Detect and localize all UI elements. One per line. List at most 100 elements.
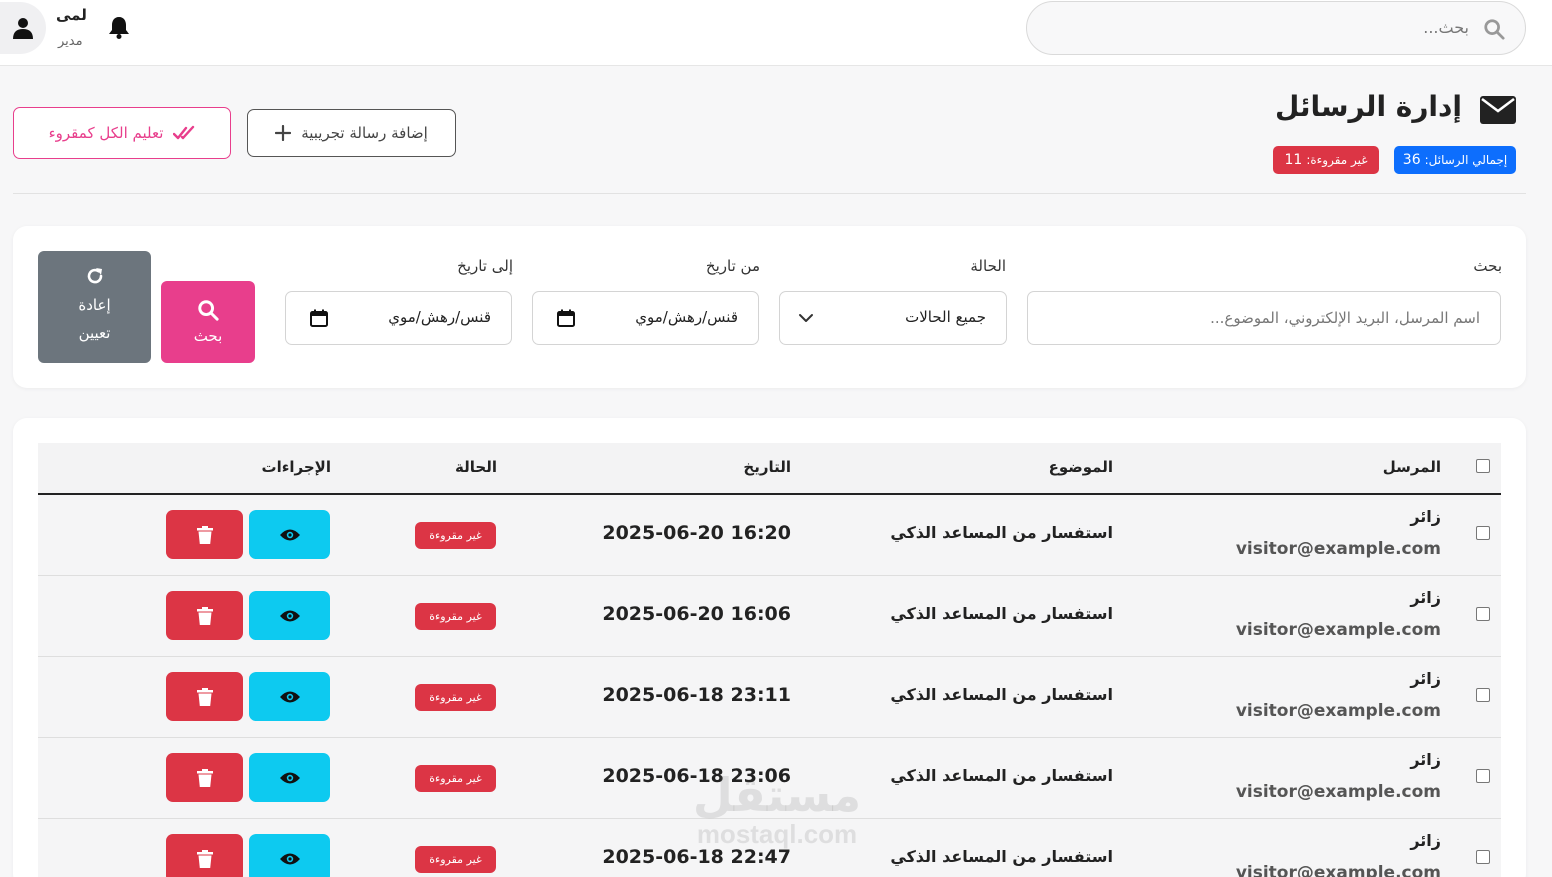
total-messages-badge: إجمالي الرسائل: 36	[1394, 146, 1516, 174]
user-avatar[interactable]	[0, 2, 46, 54]
status-badge: غير مقروءة	[415, 846, 496, 873]
add-test-message-label: إضافة رسالة تجريبية	[301, 124, 428, 142]
search-icon	[198, 300, 219, 321]
trash-icon	[196, 606, 213, 625]
filter-search-button[interactable]: بحث	[161, 281, 255, 363]
row-sender: زائر	[1410, 507, 1441, 526]
total-messages-value: 36	[1402, 152, 1421, 168]
chevron-down-icon	[799, 314, 813, 322]
total-messages-label: إجمالي الرسائل:	[1424, 153, 1508, 167]
divider	[13, 193, 1526, 194]
delete-message-button[interactable]	[166, 834, 243, 877]
eye-icon	[279, 772, 300, 783]
eye-icon	[279, 610, 300, 621]
global-search-placeholder: بحث...	[1423, 18, 1469, 37]
row-email: visitor@example.com	[1235, 863, 1441, 877]
row-email: visitor@example.com	[1235, 539, 1441, 559]
column-subject: الموضوع	[1048, 458, 1113, 476]
row-subject: استفسار من المساعد الذكي	[890, 604, 1113, 623]
table-row: زائر visitor@example.com استفسار من المس…	[38, 738, 1501, 819]
top-navbar: بحث... لمى مدير	[0, 0, 1552, 66]
user-icon	[13, 18, 33, 39]
row-checkbox[interactable]	[1476, 607, 1490, 621]
user-name: لمى	[56, 6, 87, 24]
status-select-value: جميع الحالات	[905, 308, 986, 326]
to-date-value: ﻗﻨﺲ/رهش/موي	[388, 308, 491, 326]
column-status: الحالة	[455, 458, 497, 476]
add-test-message-button[interactable]: إضافة رسالة تجريبية	[247, 109, 456, 157]
plus-icon	[275, 125, 292, 141]
row-checkbox[interactable]	[1476, 769, 1490, 783]
row-email: visitor@example.com	[1235, 782, 1441, 802]
page-title: إدارة الرسائل	[1274, 90, 1462, 123]
view-message-button[interactable]	[249, 510, 330, 559]
row-date: 2025-06-18 23:06	[602, 765, 791, 787]
row-checkbox[interactable]	[1476, 526, 1490, 540]
bell-icon[interactable]	[108, 15, 130, 39]
global-search-input[interactable]: بحث...	[1026, 1, 1526, 55]
from-date-input[interactable]: ﻗﻨﺲ/رهش/موي	[532, 291, 759, 345]
view-message-button[interactable]	[249, 591, 330, 640]
filter-search-button-label: بحث	[193, 327, 223, 345]
row-subject: استفسار من المساعد الذكي	[890, 685, 1113, 704]
filter-search-input[interactable]: اسم المرسل، البريد الإلكتروني، الموضوع..…	[1027, 291, 1501, 345]
trash-icon	[196, 768, 213, 787]
row-date: 2025-06-20 16:20	[602, 522, 791, 544]
calendar-icon[interactable]	[557, 309, 575, 327]
row-checkbox[interactable]	[1476, 688, 1490, 702]
filter-status-label: الحالة	[970, 257, 1006, 275]
reset-filters-button[interactable]: إعادة تعيين	[38, 251, 151, 363]
row-checkbox[interactable]	[1476, 850, 1490, 864]
status-badge: غير مقروءة	[415, 522, 496, 549]
view-message-button[interactable]	[249, 834, 330, 877]
row-subject: استفسار من المساعد الذكي	[890, 523, 1113, 542]
search-icon	[1484, 19, 1505, 40]
select-all-checkbox[interactable]	[1476, 459, 1490, 473]
to-date-input[interactable]: ﻗﻨﺲ/رهش/موي	[285, 291, 512, 345]
row-email: visitor@example.com	[1235, 620, 1441, 640]
table-row: زائر visitor@example.com استفسار من المس…	[38, 495, 1501, 576]
eye-icon	[279, 529, 300, 540]
trash-icon	[196, 687, 213, 706]
filter-search-placeholder: اسم المرسل، البريد الإلكتروني، الموضوع..…	[1210, 309, 1480, 327]
column-date: التاريخ	[743, 458, 791, 476]
filter-search-label: بحث	[1473, 257, 1502, 275]
row-date: 2025-06-18 23:11	[602, 684, 791, 706]
table-row: زائر visitor@example.com استفسار من المس…	[38, 576, 1501, 657]
view-message-button[interactable]	[249, 672, 330, 721]
unread-messages-label: غير مقروءة:	[1306, 153, 1368, 167]
delete-message-button[interactable]	[166, 672, 243, 721]
view-message-button[interactable]	[249, 753, 330, 802]
row-date: 2025-06-20 16:06	[602, 603, 791, 625]
row-subject: استفسار من المساعد الذكي	[890, 847, 1113, 866]
eye-icon	[279, 853, 300, 864]
row-date: 2025-06-18 22:47	[602, 846, 791, 868]
reset-filters-label-line1: إعادة	[78, 296, 111, 314]
delete-message-button[interactable]	[166, 510, 243, 559]
status-badge: غير مقروءة	[415, 765, 496, 792]
reset-filters-label-line2: تعيين	[78, 324, 111, 342]
mark-all-read-label: تعليم الكل كمقروء	[48, 124, 164, 142]
filter-from-label: من تاريخ	[705, 257, 760, 275]
unread-messages-badge: غير مقروءة: 11	[1273, 146, 1379, 174]
calendar-icon[interactable]	[310, 309, 328, 327]
status-badge: غير مقروءة	[415, 684, 496, 711]
table-row: زائر visitor@example.com استفسار من المس…	[38, 819, 1501, 877]
delete-message-button[interactable]	[166, 591, 243, 640]
table-header: المرسل الموضوع التاريخ الحالة الإجراءات	[38, 443, 1501, 495]
refresh-icon	[87, 268, 102, 284]
filter-to-label: إلى تاريخ	[457, 257, 513, 275]
column-sender: المرسل	[1382, 458, 1441, 476]
row-sender: زائر	[1410, 831, 1441, 850]
eye-icon	[279, 691, 300, 702]
table-row: زائر visitor@example.com استفسار من المس…	[38, 657, 1501, 738]
double-check-icon	[173, 125, 195, 140]
status-select[interactable]: جميع الحالات	[779, 291, 1007, 345]
row-subject: استفسار من المساعد الذكي	[890, 766, 1113, 785]
row-email: visitor@example.com	[1235, 701, 1441, 721]
from-date-value: ﻗﻨﺲ/رهش/موي	[635, 308, 738, 326]
status-badge: غير مقروءة	[415, 603, 496, 630]
delete-message-button[interactable]	[166, 753, 243, 802]
mark-all-read-button[interactable]: تعليم الكل كمقروء	[13, 107, 231, 159]
user-role: مدير	[58, 34, 83, 49]
